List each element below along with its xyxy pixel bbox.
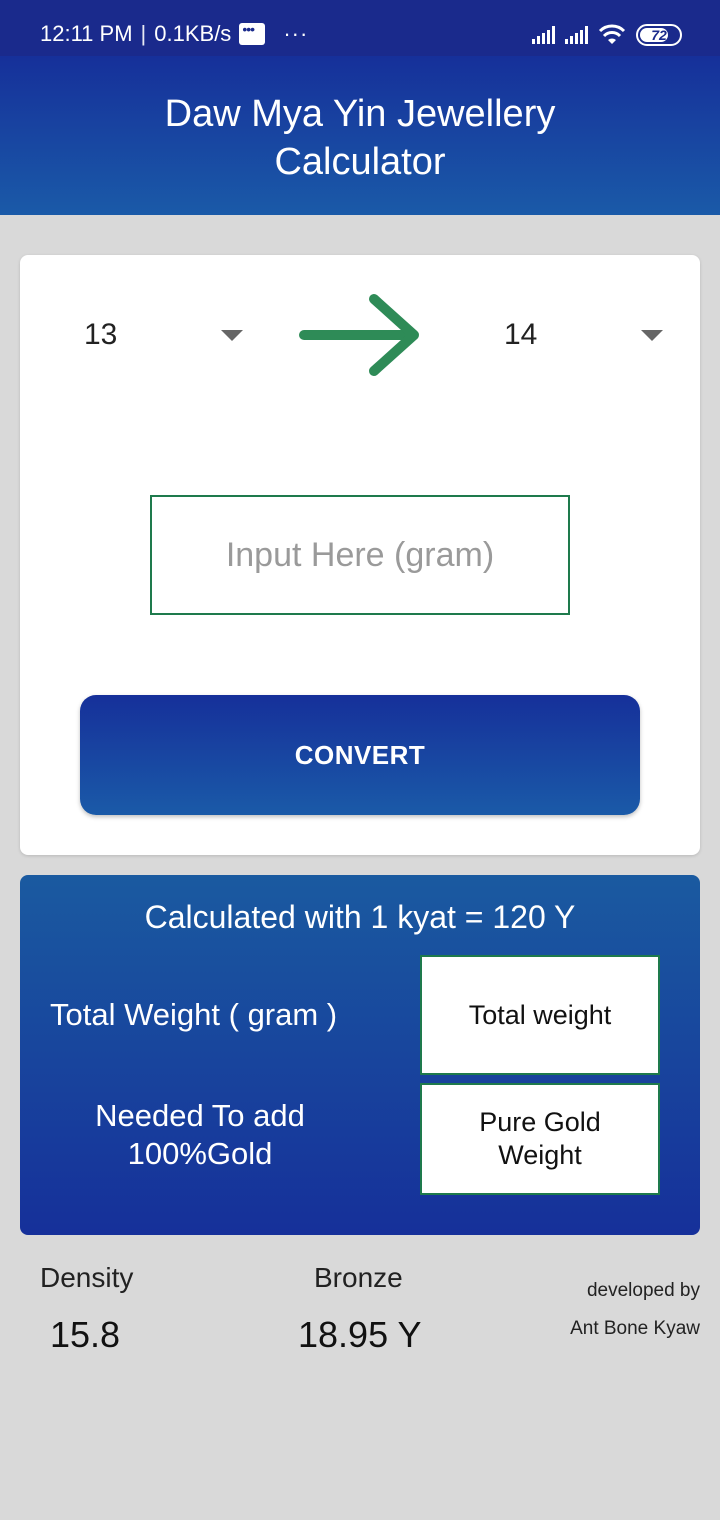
total-weight-label: Total Weight ( gram ) bbox=[50, 997, 338, 1032]
message-icon bbox=[239, 21, 266, 45]
needed-gold-label-line1: Needed To add bbox=[95, 1098, 305, 1133]
status-right: 72 bbox=[532, 22, 682, 48]
app-bar: Daw Mya Yin Jewellery Calculator bbox=[0, 56, 720, 215]
dropdown-caret-icon bbox=[641, 330, 663, 341]
converter-card: 13 14 CONVERT bbox=[20, 255, 700, 855]
gram-input[interactable] bbox=[150, 495, 570, 615]
to-karat-dropdown[interactable]: 14 bbox=[504, 310, 664, 360]
density-value: 15.8 bbox=[50, 1314, 121, 1355]
battery-icon: 72 bbox=[636, 24, 682, 46]
more-notifications-icon: ··· bbox=[283, 21, 309, 46]
status-left: 12:11 PM | 0.1KB/s ··· bbox=[40, 18, 308, 50]
from-karat-value: 13 bbox=[84, 318, 118, 351]
needed-gold-label-line2: 100%Gold bbox=[127, 1136, 273, 1171]
from-karat-dropdown[interactable]: 13 bbox=[84, 310, 244, 360]
battery-level: 72 bbox=[651, 27, 667, 43]
calculation-note: Calculated with 1 kyat = 120 Y bbox=[144, 899, 576, 935]
status-separator: | bbox=[140, 21, 147, 46]
total-weight-output: Total weight bbox=[420, 955, 660, 1075]
pure-gold-output-line1: Pure Gold bbox=[479, 1107, 601, 1137]
status-bar: 12:11 PM | 0.1KB/s ··· 72 bbox=[0, 0, 720, 56]
pure-gold-output-line2: Weight bbox=[498, 1140, 582, 1170]
developer-credit-line1: developed by bbox=[586, 1280, 700, 1301]
bronze-value: 18.95 Y bbox=[298, 1314, 422, 1355]
convert-button[interactable]: CONVERT bbox=[80, 695, 640, 815]
dropdown-caret-icon bbox=[221, 330, 243, 341]
app-title: Daw Mya Yin Jewellery Calculator bbox=[0, 90, 720, 186]
signal-icon bbox=[532, 26, 555, 44]
to-karat-value: 14 bbox=[504, 318, 538, 351]
status-speed: 0.1KB/s bbox=[154, 21, 232, 46]
app-title-line1: Daw Mya Yin Jewellery bbox=[164, 93, 556, 135]
bronze-label: Bronze bbox=[314, 1262, 403, 1293]
app-title-line2: Calculator bbox=[274, 141, 446, 183]
wifi-icon bbox=[598, 24, 626, 44]
pure-gold-weight-output: Pure Gold Weight bbox=[420, 1083, 660, 1195]
result-card: Calculated with 1 kyat = 120 Y Total Wei… bbox=[20, 875, 700, 1235]
status-time: 12:11 PM bbox=[40, 21, 133, 46]
signal-icon-2 bbox=[565, 26, 588, 44]
arrow-right-icon bbox=[299, 294, 419, 376]
density-label: Density bbox=[40, 1262, 134, 1293]
developer-credit-line2: Ant Bone Kyaw bbox=[570, 1318, 700, 1339]
needed-gold-label: Needed To add 100%Gold bbox=[50, 1097, 350, 1173]
